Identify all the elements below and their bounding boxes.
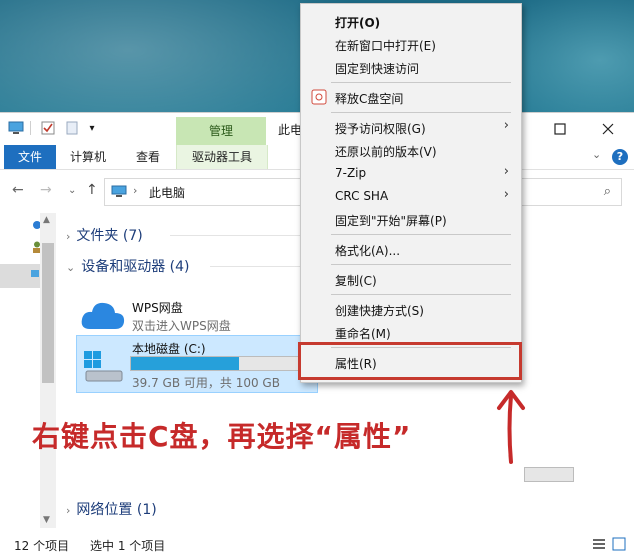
chevron-right-icon[interactable]: ›	[133, 184, 137, 197]
divider	[30, 121, 31, 135]
group-label: 设备和驱动器 (4)	[81, 259, 190, 275]
menu-item-rename[interactable]: 重命名(M)	[301, 321, 521, 343]
annotation-arrow-icon	[497, 390, 525, 464]
recent-locations-icon[interactable]: ⌄	[68, 185, 76, 196]
chevron-right-icon: ›	[503, 187, 509, 202]
group-devices-drives[interactable]: ⌄ 设备和驱动器 (4)	[66, 256, 190, 276]
selection-count: 选中 1 个项目	[90, 539, 166, 553]
chevron-right-icon: ›	[66, 230, 71, 243]
computer-icon	[111, 185, 127, 201]
menu-separator	[331, 294, 511, 295]
menu-item-free-c-space[interactable]: 释放C盘空间	[301, 86, 521, 108]
chevron-right-icon: ›	[66, 504, 71, 517]
context-menu: 打开(O) 在新窗口中打开(E) 固定到快速访问 释放C盘空间 授予访问权限(G…	[300, 3, 522, 383]
menu-item-label: 7-Zip	[335, 166, 367, 180]
tab-computer[interactable]: 计算机	[70, 145, 106, 169]
window-title: 此电	[278, 123, 303, 137]
menu-item-open-new-window[interactable]: 在新窗口中打开(E)	[301, 33, 521, 55]
menu-item-give-access[interactable]: 授予访问权限(G) ›	[301, 116, 521, 138]
close-icon[interactable]	[598, 119, 618, 139]
group-network-locations[interactable]: › 网络位置 (1)	[66, 499, 157, 519]
menu-item-crc-sha[interactable]: CRC SHA ›	[301, 185, 521, 207]
menu-item-pin-quick-access[interactable]: 固定到快速访问	[301, 56, 521, 78]
divider	[210, 266, 300, 267]
drive-c-usage-bar	[130, 356, 312, 371]
menu-item-format[interactable]: 格式化(A)...	[301, 238, 521, 260]
drive-c-usage-text: 39.7 GB 可用，共 100 GB	[132, 376, 280, 390]
group-label: 文件夹 (7)	[76, 228, 143, 244]
windows-drive-icon	[84, 351, 123, 382]
status-bar: 12 个项目 选中 1 个项目	[0, 531, 634, 558]
menu-item-label: 授予访问权限(G)	[335, 122, 426, 136]
wps-cloud-item[interactable]: WPS网盘 双击进入WPS网盘	[80, 297, 300, 337]
menu-separator	[331, 112, 511, 113]
menu-item-label: 在新窗口中打开(E)	[335, 39, 436, 53]
ribbon-expand-icon[interactable]: ⌄	[592, 148, 601, 161]
menu-item-pin-start[interactable]: 固定到"开始"屏幕(P)	[301, 208, 521, 230]
drive-c-title: 本地磁盘 (C:)	[132, 342, 206, 356]
nav-item-this-pc[interactable]	[0, 264, 40, 288]
divider	[170, 235, 300, 236]
menu-item-label: 打开(O)	[335, 16, 381, 30]
large-icons-view-icon[interactable]	[612, 537, 626, 554]
menu-item-copy[interactable]: 复制(C)	[301, 268, 521, 290]
menu-item-label: 复制(C)	[335, 274, 377, 288]
menu-item-label: 还原以前的版本(V)	[335, 145, 437, 159]
search-icon[interactable]: ⌕	[604, 184, 611, 199]
menu-separator	[331, 264, 511, 265]
chevron-down-icon: ⌄	[66, 261, 76, 274]
properties-check-icon[interactable]	[40, 120, 56, 136]
menu-item-label: 创建快捷方式(S)	[335, 304, 424, 318]
chevron-right-icon: ›	[503, 118, 509, 133]
menu-item-open[interactable]: 打开(O)	[301, 10, 521, 32]
menu-item-create-shortcut[interactable]: 创建快捷方式(S)	[301, 298, 521, 320]
group-label: 网络位置 (1)	[76, 502, 157, 518]
menu-separator	[331, 82, 511, 83]
instruction-annotation: 右键点击C盘，再选择“属性”	[32, 420, 412, 453]
tab-view[interactable]: 查看	[136, 145, 160, 169]
address-path: 此电脑	[149, 186, 186, 200]
group-folders[interactable]: › 文件夹 (7)	[66, 225, 143, 245]
wps-cloud-icon	[81, 302, 125, 329]
menu-item-label: 固定到快速访问	[335, 62, 420, 76]
maximize-icon[interactable]	[550, 119, 570, 139]
chevron-right-icon: ›	[503, 164, 509, 179]
menu-item-label: CRC SHA	[335, 189, 389, 203]
menu-item-7zip[interactable]: 7-Zip ›	[301, 162, 521, 184]
forward-arrow-icon[interactable]: →	[40, 182, 52, 198]
new-folder-icon[interactable]	[64, 120, 80, 136]
manage-context-tab-header[interactable]: 管理	[176, 117, 266, 145]
menu-item-label: 格式化(A)...	[335, 244, 401, 258]
menu-item-restore-versions[interactable]: 还原以前的版本(V)	[301, 139, 521, 161]
help-icon[interactable]: ?	[612, 149, 628, 165]
drive-usage-bar-partial	[524, 467, 574, 482]
up-arrow-icon[interactable]: ↑	[86, 182, 98, 198]
details-view-icon[interactable]	[592, 537, 606, 554]
back-arrow-icon[interactable]: ←	[12, 182, 24, 198]
menu-item-label: 固定到"开始"屏幕(P)	[335, 214, 447, 228]
properties-highlight-box	[298, 342, 522, 380]
drive-c-usage-fill	[131, 357, 239, 370]
item-title: WPS网盘	[132, 301, 183, 315]
customize-toolbar-icon[interactable]: ▾	[84, 120, 100, 136]
item-count: 12 个项目	[14, 539, 70, 553]
menu-separator	[331, 234, 511, 235]
scroll-down-icon[interactable]: ▼	[43, 515, 50, 525]
scroll-thumb[interactable]	[42, 243, 54, 383]
scroll-up-icon[interactable]: ▲	[43, 215, 50, 225]
wps-clean-icon	[311, 89, 327, 105]
tab-file[interactable]: 文件	[4, 145, 56, 169]
tab-drive-tools[interactable]: 驱动器工具	[176, 145, 268, 169]
computer-icon[interactable]	[8, 120, 24, 136]
item-subtitle: 双击进入WPS网盘	[132, 319, 231, 333]
menu-item-label: 释放C盘空间	[335, 92, 404, 106]
menu-item-label: 重命名(M)	[335, 327, 391, 341]
